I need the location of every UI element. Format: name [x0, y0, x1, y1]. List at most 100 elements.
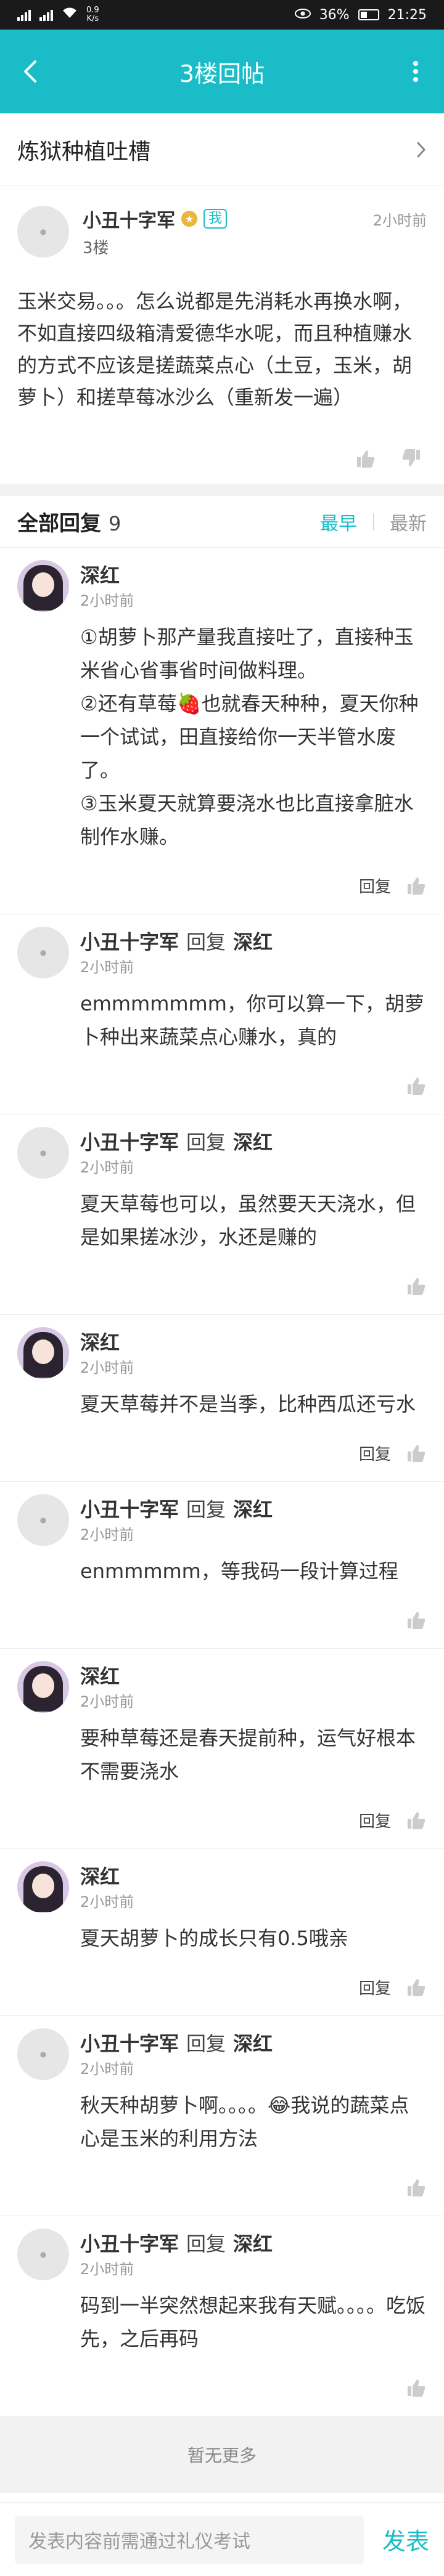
status-right: 36% 21:25 [294, 7, 427, 23]
main-post: ● 小丑十字军 ★ 我 2小时前 3楼 玉米交易。。。怎么说都是先消耗水再换水啊… [0, 186, 444, 484]
avatar[interactable]: ● [17, 1127, 69, 1179]
reply-meta: 小丑十字军 回复 深红 2小时前 [80, 2229, 273, 2278]
reply-actions: 回复 [17, 1802, 427, 1839]
avatar[interactable]: ● [17, 1494, 69, 1546]
avatar[interactable]: ● [17, 927, 69, 978]
name-row: 小丑十字军 ★ 我 2小时前 [83, 206, 427, 232]
reply-meta: 小丑十字军 回复 深红 2小时前 [80, 927, 273, 977]
signal-icon-2 [39, 9, 53, 21]
reply-head: 深红 2小时前 [17, 1661, 427, 1713]
reply-head: ● 小丑十字军 回复 深红 2小时前 [17, 1494, 427, 1546]
avatar[interactable] [17, 1661, 69, 1713]
reply-author-row: 深红 [80, 560, 134, 588]
post-author-row: ● 小丑十字军 ★ 我 2小时前 3楼 [17, 206, 427, 258]
reply-item[interactable]: ● 小丑十字军 回复 深红 2小时前 秋天种胡萝卜啊。。。。😂我说的蔬菜点心是玉米的利用方… [0, 2016, 444, 2216]
avatar-placeholder-icon: ● [39, 2050, 47, 2058]
reply-author-row: 小丑十字军 回复 深红 [80, 2229, 273, 2257]
replies-count-label: 全部回复 9 [17, 506, 121, 537]
wifi-icon [62, 7, 78, 23]
reply-time: 2小时前 [80, 1159, 134, 1176]
reply-to-word: 回复 [186, 930, 226, 954]
reply-author[interactable]: 小丑十字军 [80, 2229, 179, 2257]
reply-content: emmmmmmm，你可以算一下，胡萝卜种出来蔬菜点心赚水，真的 [80, 992, 424, 1049]
avatar-face [32, 1874, 54, 1898]
reply-item[interactable]: ● 小丑十字军 回复 深红 2小时前 enmmmmm，等我码一段计算过程 [0, 1482, 444, 1649]
reply-content: enmmmmm，等我码一段计算过程 [80, 1559, 398, 1583]
reply-meta: 小丑十字军 回复 深红 2小时前 [80, 2028, 273, 2078]
thumbs-up-icon[interactable] [406, 1810, 427, 1830]
reply-item[interactable]: ● 小丑十字军 回复 深红 2小时前 码到一半突然想起来我有天赋。。。。吃饭先，之后再码 [0, 2216, 444, 2416]
reply-author[interactable]: 小丑十字军 [80, 1494, 179, 1522]
thumbs-up-icon[interactable] [406, 875, 427, 896]
reply-content: 夏天草莓并不是当季，比种西瓜还亏水 [80, 1392, 416, 1416]
reply-time: 2小时前 [80, 2060, 134, 2078]
reply-target-name[interactable]: 深红 [233, 1494, 273, 1522]
thumbs-up-icon[interactable] [406, 1609, 427, 1630]
thumbs-up-icon[interactable] [355, 448, 376, 469]
back-button[interactable] [14, 54, 48, 89]
net-speed: 0.9 K/s [86, 6, 99, 23]
comment-input[interactable]: 发表内容前需通过礼仪考试 [15, 2515, 364, 2564]
avatar[interactable] [17, 560, 69, 612]
reply-target-name[interactable]: 深红 [233, 2028, 273, 2057]
reply-item[interactable]: ● 小丑十字军 回复 深红 2小时前 夏天草莓也可以，虽然要天天浇水，但是如果搓冰沙，水还… [0, 1115, 444, 1315]
avatar[interactable] [17, 1327, 69, 1379]
thread-title-link[interactable]: 炼狱种植吐槽 [0, 113, 444, 186]
thumbs-down-icon[interactable] [401, 448, 422, 469]
avatar[interactable]: ● [17, 2028, 69, 2080]
thumbs-up-icon[interactable] [406, 1977, 427, 1997]
reply-button[interactable]: 回复 [359, 1442, 391, 1465]
reply-target-name[interactable]: 深红 [233, 2229, 273, 2257]
post-time: 2小时前 [372, 211, 427, 229]
reply-actions [17, 2369, 427, 2406]
replies-header: 全部回复 9 最早 最新 [0, 496, 444, 548]
reply-button[interactable]: 回复 [359, 1809, 391, 1832]
reply-author[interactable]: 深红 [80, 560, 120, 588]
thumbs-up-icon[interactable] [406, 1075, 427, 1096]
thumbs-up-icon[interactable] [406, 1275, 427, 1296]
reply-head: 深红 2小时前 [17, 1861, 427, 1913]
reply-target-name[interactable]: 深红 [233, 927, 273, 955]
chevron-right-icon [417, 142, 426, 157]
reply-item[interactable]: 深红 2小时前 夏天草莓并不是当季，比种西瓜还亏水 回复 [0, 1315, 444, 1482]
sort-latest[interactable]: 最新 [390, 508, 427, 535]
reply-meta: 深红 2小时前 [80, 1861, 134, 1911]
avatar[interactable] [17, 1861, 69, 1913]
reply-author[interactable]: 深红 [80, 1661, 120, 1689]
thumbs-up-icon[interactable] [406, 2377, 427, 2398]
sort-earliest[interactable]: 最早 [320, 508, 357, 535]
thumbs-up-icon[interactable] [406, 1442, 427, 1463]
reply-actions [17, 1601, 427, 1638]
post-author-name[interactable]: 小丑十字军 [83, 205, 175, 232]
eye-icon [294, 7, 311, 23]
reply-author[interactable]: 小丑十字军 [80, 1127, 179, 1155]
reply-button[interactable]: 回复 [359, 1976, 391, 1999]
avatar[interactable]: ● [17, 206, 69, 258]
reply-button[interactable]: 回复 [359, 874, 391, 897]
post-meta: 小丑十字军 ★ 我 2小时前 3楼 [83, 206, 427, 258]
reply-time: 2小时前 [80, 592, 134, 609]
avatar[interactable]: ● [17, 2229, 69, 2280]
avatar-placeholder-icon: ● [39, 1148, 47, 1157]
reply-head: ● 小丑十字军 回复 深红 2小时前 [17, 2028, 427, 2080]
reply-item[interactable]: 深红 2小时前 要种草莓还是春天提前种，运气好根本不需要浇水 回复 [0, 1649, 444, 1849]
thumbs-up-icon[interactable] [406, 2177, 427, 2198]
reply-author[interactable]: 深红 [80, 1861, 120, 1890]
reply-content: 夏天草莓也可以，虽然要天天浇水，但是如果搓冰沙，水还是赚的 [80, 1192, 416, 1249]
reply-item[interactable]: 深红 2小时前 ①胡萝卜那产量我直接吐了，直接种玉米省心省事省时间做料理。 ②还有草… [0, 548, 444, 914]
clock: 21:25 [387, 7, 427, 23]
chevron-left-icon [24, 60, 36, 83]
reply-actions [17, 1067, 427, 1104]
reply-time: 2小时前 [80, 1893, 134, 1911]
reply-author[interactable]: 深红 [80, 1327, 120, 1355]
reply-target-name[interactable]: 深红 [233, 1127, 273, 1155]
reply-item[interactable]: ● 小丑十字军 回复 深红 2小时前 emmmmmmm，你可以算一下，胡萝卜种出来蔬菜点心… [0, 914, 444, 1115]
send-button[interactable]: 发表 [382, 2522, 429, 2556]
more-menu-button[interactable] [403, 54, 428, 89]
reply-time: 2小时前 [80, 1693, 134, 1710]
reply-to-word: 回复 [186, 1498, 226, 1521]
reply-author[interactable]: 小丑十字军 [80, 927, 179, 955]
page-title: 3楼回帖 [179, 60, 265, 87]
reply-item[interactable]: 深红 2小时前 夏天胡萝卜的成长只有0.5哦亲 回复 [0, 1849, 444, 2016]
reply-author[interactable]: 小丑十字军 [80, 2028, 179, 2057]
